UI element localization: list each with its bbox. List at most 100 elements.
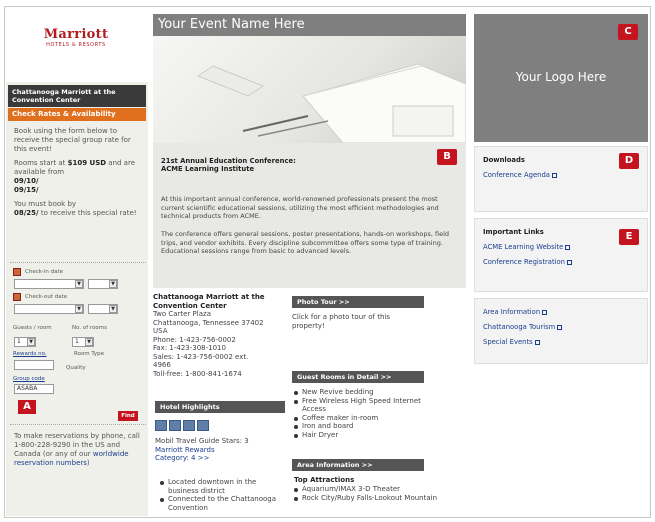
marriott-logo[interactable]: Marriott HOTELS & RESORTS	[30, 28, 122, 49]
conference-agenda-link[interactable]: Conference Agenda	[483, 171, 550, 179]
find-button[interactable]: Find	[118, 411, 138, 421]
chevron-down-icon: ▼	[27, 338, 35, 346]
badge-a: A	[18, 400, 36, 414]
rewards-label[interactable]: Rewards no.	[13, 351, 47, 357]
marriott-rewards-link[interactable]: Marriott Rewards	[155, 446, 285, 455]
list-item: Free Wireless High Speed Internet Access	[294, 397, 434, 414]
badge-c: C	[618, 24, 638, 40]
date-to: 09/15/	[14, 186, 39, 194]
conference-panel: 21st Annual Education Conference: ACME Le…	[153, 143, 466, 288]
external-link-icon	[567, 259, 572, 265]
hero-illustration	[196, 63, 466, 143]
amenity-icon	[169, 420, 181, 431]
guests-select[interactable]: 1 ▼	[14, 337, 36, 347]
download-item: Conference Agenda	[483, 168, 639, 183]
group-code-label[interactable]: Group code	[13, 376, 45, 382]
booking-info: Book using the form below to receive the…	[14, 127, 142, 223]
divider	[10, 424, 146, 425]
hotel-address-2: Chattanooga, Tennessee 37402	[153, 318, 264, 327]
list-item: Connected to the Chattanooga Convention	[160, 495, 285, 512]
list-item: Coffee maker in-room	[294, 414, 434, 423]
hotel-sales-2: 4966	[153, 361, 171, 369]
conference-para-2: The conference offers general sessions, …	[161, 230, 450, 255]
amenity-icon	[197, 420, 209, 431]
list-item: Located downtown in the business distric…	[160, 478, 285, 495]
conference-para-1: At this important annual conference, wor…	[161, 195, 439, 220]
conference-title-1: 21st Annual Education Conference:	[161, 157, 296, 165]
logo-placeholder-text: Your Logo Here	[515, 70, 607, 84]
quality-label: Quality	[66, 365, 86, 371]
book-deadline: 08/25/	[14, 209, 39, 217]
hotel-title-bar: Chattanooga Marriott at the Convention C…	[8, 85, 146, 107]
external-link-icon	[534, 339, 540, 345]
hotel-fax: Fax: 1-423-308-1010	[153, 344, 226, 352]
hotel-contact: Chattanooga Marriott at the Convention C…	[153, 293, 285, 378]
hotel-address-1: Two Carter Plaza	[153, 310, 211, 318]
date-from: 09/10/	[14, 177, 39, 185]
link-item: Conference Registration	[483, 255, 639, 270]
hotel-sales-1: Sales: 1-423-756-0002 ext.	[153, 352, 249, 361]
chevron-down-icon: ▼	[75, 305, 83, 313]
guest-rooms-bar[interactable]: Guest Rooms in Detail >>	[292, 371, 424, 383]
downloads-box: Downloads Conference Agenda D	[474, 146, 648, 212]
conference-title-2: ACME Learning Institute	[161, 165, 255, 173]
group-code-input[interactable]: ASABA	[14, 384, 54, 394]
checkin-label: Check-in date	[25, 269, 64, 275]
mobil-rating: Mobil Travel Guide Stars: 3 Marriott Rew…	[155, 437, 285, 463]
area-links-box: Area Information Chattanooga Tourism Spe…	[474, 298, 648, 364]
important-links-box: Important Links ACME Learning Website Co…	[474, 218, 648, 292]
chattanooga-tourism-link[interactable]: Chattanooga Tourism	[483, 323, 555, 331]
badge-d: D	[619, 153, 639, 169]
reserve-end: )	[86, 459, 90, 467]
downloads-heading: Downloads	[483, 156, 525, 164]
book-rate-a: Rooms start at	[14, 159, 68, 167]
book-deadline-a: You must book by	[14, 200, 77, 208]
book-price: $109 USD	[67, 159, 107, 167]
checkout-day-select[interactable]: ▼	[88, 304, 118, 314]
checkin-month-select[interactable]: ▼	[14, 279, 84, 289]
amenity-icon	[155, 420, 167, 431]
conference-title: 21st Annual Education Conference: ACME Le…	[161, 157, 296, 173]
logo-placeholder: Your Logo Here C	[474, 14, 648, 142]
conference-registration-link[interactable]: Conference Registration	[483, 258, 565, 266]
list-item: Aquarium/IMAX 3-D Theater	[294, 485, 444, 494]
hero-image	[153, 36, 466, 143]
list-item: Hair Dryer	[294, 431, 434, 440]
rewards-input[interactable]	[14, 360, 54, 370]
mobil-stars: Mobil Travel Guide Stars: 3	[155, 437, 249, 445]
book-deadline-b: to receive this special rate!	[38, 209, 137, 217]
acme-website-link[interactable]: ACME Learning Website	[483, 243, 563, 251]
area-information-link[interactable]: Area Information	[483, 308, 540, 316]
external-link-icon	[551, 172, 557, 178]
logo-sub: HOTELS & RESORTS	[46, 42, 106, 48]
calendar-icon[interactable]	[13, 268, 21, 276]
special-events-link[interactable]: Special Events	[483, 338, 533, 346]
badge-e: E	[619, 229, 639, 245]
guests-label: Guests / room	[13, 325, 52, 331]
important-links-heading: Important Links	[483, 228, 544, 236]
badge-b: B	[437, 149, 457, 165]
hotel-highlights-bar[interactable]: Hotel Highlights	[155, 401, 285, 413]
chevron-down-icon: ▼	[75, 280, 83, 288]
highlights-list: Located downtown in the business distric…	[160, 478, 285, 512]
list-item: New Revive bedding	[294, 388, 434, 397]
rewards-category-link[interactable]: Category: 4 >>	[155, 454, 285, 463]
photo-tour-bar[interactable]: Photo Tour >>	[292, 296, 424, 308]
hotel-phone: Phone: 1-423-756-0002	[153, 335, 236, 344]
external-link-icon	[565, 244, 571, 250]
rooms-select[interactable]: 1 ▼	[72, 337, 94, 347]
list-item: Rock City/Ruby Falls-Lookout Mountain	[294, 494, 444, 503]
rooms-label: No. of rooms	[72, 325, 108, 331]
link-item: Chattanooga Tourism	[483, 320, 639, 335]
list-item: Iron and board	[294, 422, 434, 431]
chevron-down-icon: ▼	[109, 305, 117, 313]
attractions-list: Aquarium/IMAX 3-D Theater Rock City/Ruby…	[294, 485, 444, 502]
area-info-bar[interactable]: Area Information >>	[292, 459, 424, 471]
guests-value: 1	[17, 338, 21, 345]
checkout-month-select[interactable]: ▼	[14, 304, 84, 314]
checkin-day-select[interactable]: ▼	[88, 279, 118, 289]
calendar-icon[interactable]	[13, 293, 21, 301]
link-item: Area Information	[483, 305, 639, 320]
chevron-down-icon: ▼	[109, 280, 117, 288]
hotel-tollfree: Toll-free: 1-800-841-1674	[153, 369, 242, 378]
